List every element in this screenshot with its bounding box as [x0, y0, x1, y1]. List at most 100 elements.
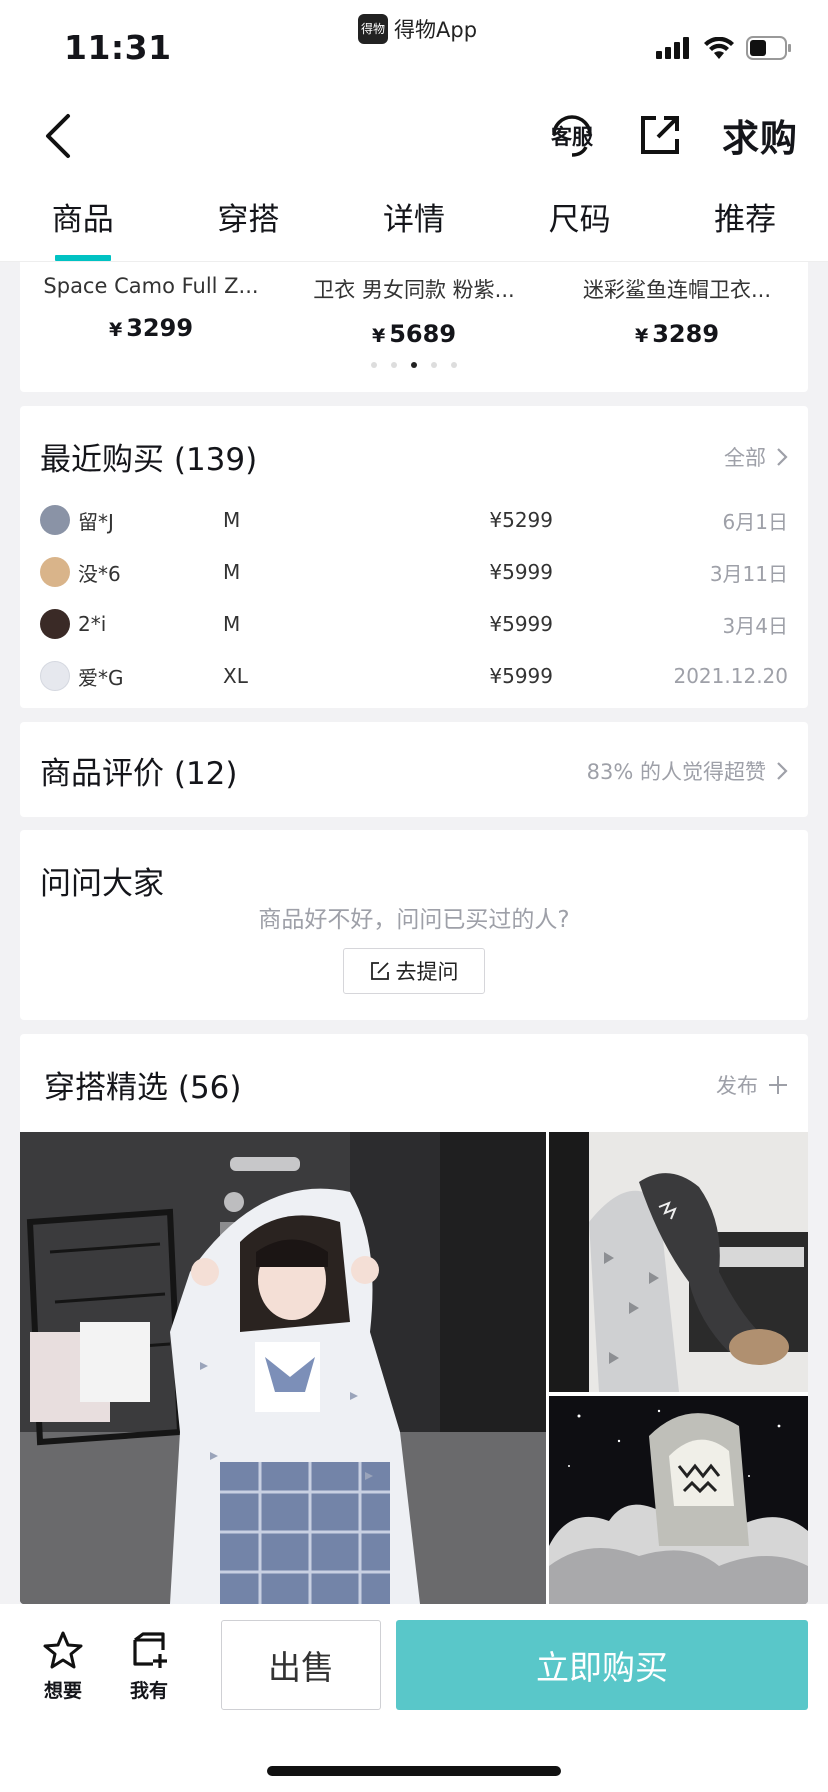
dewu-app-icon: 得物: [358, 14, 388, 44]
edit-icon: [370, 962, 389, 980]
product-price: ¥5689: [371, 320, 457, 348]
avatar: [40, 661, 70, 691]
reviews-card[interactable]: 商品评价 (12) 83% 的人觉得超赞: [20, 722, 808, 817]
ask-everyone-card: 问问大家 商品好不好，问问已买过的人? 去提问: [20, 830, 808, 1020]
chevron-right-icon: [777, 448, 788, 466]
wardrobe-add-icon: [133, 1632, 167, 1668]
recommended-product-item[interactable]: 卫衣 男女同款 粉紫... ¥5689: [283, 262, 545, 348]
buyer-name: 留*J: [78, 509, 114, 534]
purchase-size: M: [223, 560, 241, 584]
purchase-size: M: [223, 508, 241, 532]
section-tabs: 商品 穿搭 详情 尺码 推荐: [0, 190, 828, 262]
page-dot-active: [411, 362, 417, 368]
status-icons: [656, 36, 792, 60]
back-button[interactable]: [38, 110, 88, 160]
purchase-price: ¥5999: [489, 560, 553, 584]
outfit-picks-title: 穿搭精选 (56): [44, 1070, 242, 1106]
own-label: 我有: [129, 1680, 168, 1702]
purchase-price: ¥5999: [489, 612, 553, 636]
publish-outfit-button[interactable]: 发布: [716, 1070, 788, 1100]
recommended-product-item[interactable]: 迷彩鲨鱼连帽卫衣... ¥3289: [546, 262, 808, 348]
home-indicator: [267, 1766, 561, 1776]
nav-bar: 客服 求购: [0, 90, 828, 190]
star-icon: [43, 1631, 83, 1669]
page-dot: [451, 362, 457, 368]
outfit-photo-tertiary[interactable]: [549, 1396, 808, 1604]
publish-label: 发布: [716, 1074, 758, 1098]
battery-icon: [746, 36, 791, 60]
plus-icon: [769, 1076, 787, 1094]
outfit-photo-image: [20, 1132, 546, 1604]
ask-button-label: 去提问: [395, 960, 459, 984]
ask-title: 问问大家: [40, 866, 164, 902]
carousel-page-indicator: [20, 362, 808, 368]
avatar: [40, 557, 70, 587]
outfit-picks-card: 穿搭精选 (56) 发布: [20, 1034, 808, 1604]
chevron-right-icon: [777, 762, 788, 780]
buyer-name: 没*6: [78, 561, 121, 586]
qiugou-button[interactable]: 求购: [722, 108, 798, 162]
source-app-label: 得物App: [394, 18, 478, 42]
share-button[interactable]: [638, 113, 682, 157]
outfit-photo-secondary[interactable]: [549, 1132, 808, 1392]
bottom-action-bar: 想要 我有 出售 立即购买: [0, 1604, 828, 1792]
view-all-label: 全部: [724, 446, 766, 470]
reviews-summary-link[interactable]: 83% 的人觉得超赞: [587, 756, 788, 786]
customer-service-button[interactable]: 客服: [546, 109, 598, 161]
page-dot: [431, 362, 437, 368]
purchase-date: 3月11日: [709, 561, 788, 586]
purchase-size: XL: [223, 664, 248, 688]
page-dot: [371, 362, 377, 368]
product-name: 卫衣 男女同款 粉紫...: [313, 278, 515, 302]
product-name: 迷彩鲨鱼连帽卫衣...: [582, 278, 772, 302]
sell-button[interactable]: 出售: [221, 1620, 381, 1710]
tab-details[interactable]: 详情: [331, 190, 497, 261]
view-all-purchases-link[interactable]: 全部: [724, 442, 788, 472]
purchase-date: 2021.12.20: [673, 664, 788, 688]
purchase-row: 爱*G XL ¥5999 2021.12.20: [40, 656, 788, 696]
recent-purchases-card: 最近购买 (139) 全部 留*J M ¥5299 6月1日 没*6 M ¥59…: [20, 406, 808, 708]
cellular-signal-icon: [656, 37, 689, 59]
outfit-photo-image: [549, 1132, 808, 1392]
purchase-date: 3月4日: [722, 613, 788, 638]
nav-actions: 客服 求购: [546, 108, 798, 162]
purchase-price: ¥5299: [489, 508, 553, 532]
page-dot: [391, 362, 397, 368]
product-name: Space Camo Full Z...: [43, 274, 259, 298]
chevron-left-icon: [46, 114, 70, 158]
buy-now-button[interactable]: 立即购买: [396, 1620, 808, 1710]
customer-service-label: 客服: [551, 125, 593, 149]
status-time: 11:31: [64, 28, 172, 67]
recommended-products-card: Space Camo Full Z... ¥3299 卫衣 男女同款 粉紫...…: [20, 262, 808, 392]
avatar: [40, 505, 70, 535]
purchase-size: M: [223, 612, 241, 636]
avatar: [40, 609, 70, 639]
purchase-date: 6月1日: [722, 509, 788, 534]
tab-outfits[interactable]: 穿搭: [166, 190, 332, 261]
outfit-photo-main[interactable]: [20, 1132, 546, 1604]
purchase-price: ¥5999: [489, 664, 553, 688]
want-label: 想要: [43, 1680, 82, 1702]
recommended-product-item[interactable]: Space Camo Full Z... ¥3299: [20, 262, 282, 342]
tab-size[interactable]: 尺码: [497, 190, 663, 261]
buyer-name: 爱*G: [78, 665, 124, 690]
buyer-name: 2*i: [78, 612, 107, 636]
purchase-row: 2*i M ¥5999 3月4日: [40, 604, 788, 644]
product-price: ¥3299: [108, 314, 194, 342]
tab-recommend[interactable]: 推荐: [662, 190, 828, 261]
share-out-icon: [641, 116, 679, 154]
ask-hint: 商品好不好，问问已买过的人?: [258, 907, 570, 933]
wifi-icon: [704, 37, 734, 59]
reviews-title: 商品评价 (12): [40, 756, 238, 792]
reviews-summary: 83% 的人觉得超赞: [586, 760, 766, 784]
purchase-row: 留*J M ¥5299 6月1日: [40, 500, 788, 540]
recent-purchases-title: 最近购买 (139): [40, 442, 258, 478]
outfit-photo-image: [549, 1396, 808, 1604]
own-button[interactable]: 我有: [119, 1630, 179, 1703]
ask-question-button[interactable]: 去提问: [343, 948, 485, 994]
tab-product[interactable]: 商品: [0, 190, 166, 261]
product-price: ¥3289: [634, 320, 720, 348]
source-app-back-link[interactable]: 得物 得物App: [358, 14, 477, 44]
status-bar: 11:31 得物 得物App: [0, 0, 828, 90]
want-button[interactable]: 想要: [33, 1630, 93, 1703]
